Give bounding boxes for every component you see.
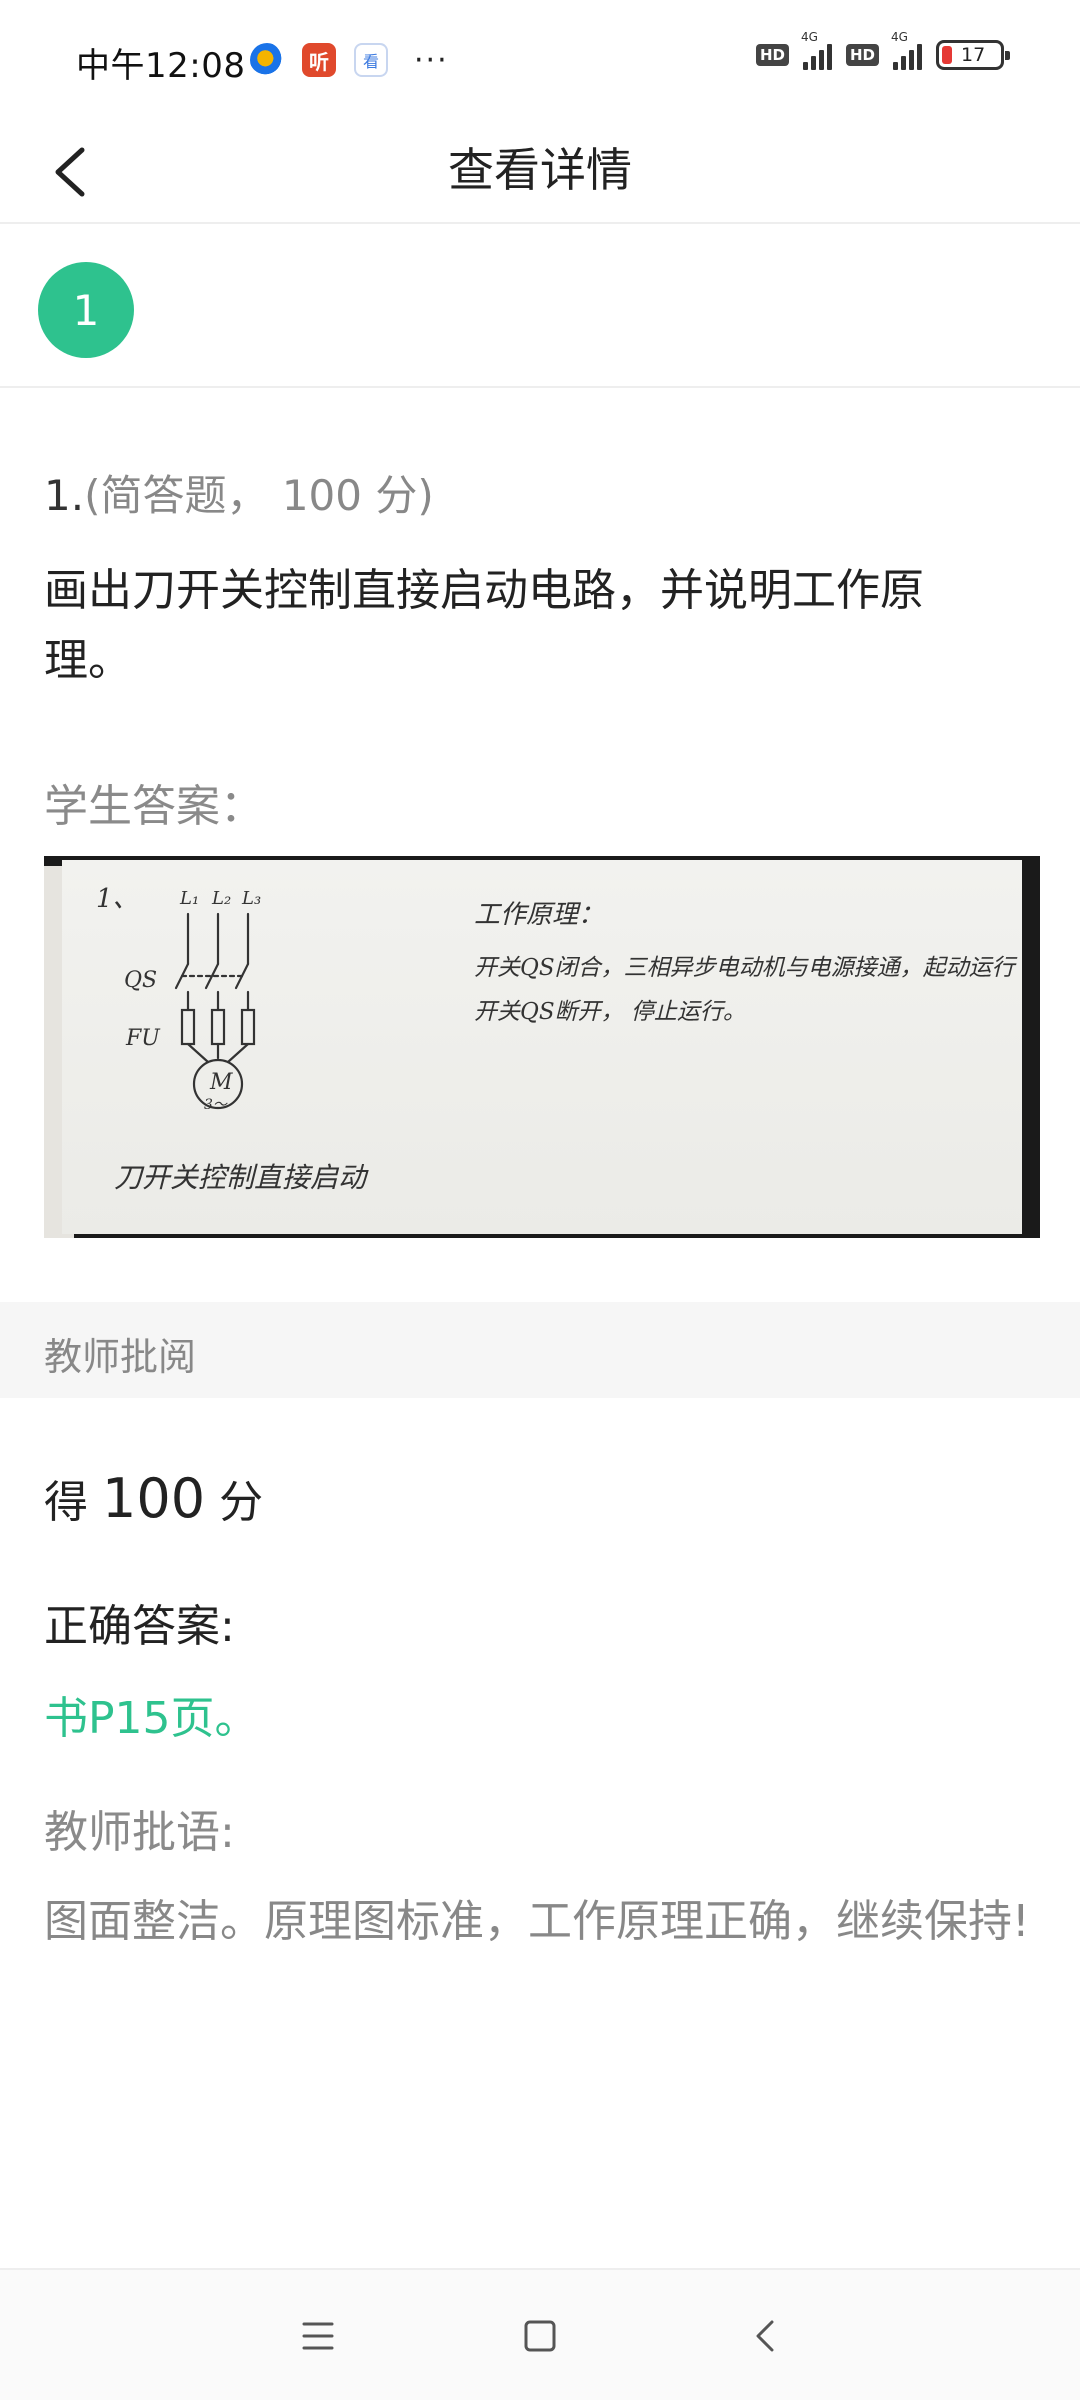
ting-app-icon: 听 [302, 43, 336, 77]
question-text: 画出刀开关控制直接启动电路，并说明工作原理。 [44, 565, 924, 686]
more-notifications-icon: ··· [414, 42, 449, 78]
photo-phase-l2: L₂ [212, 888, 232, 909]
hd-badge: HD [755, 44, 789, 66]
score-line: 得 100 分 [44, 1466, 263, 1530]
review-section-header: 教师批阅 [0, 1302, 1080, 1398]
status-indicators: HD 4G HD 4G 17 [755, 30, 1010, 70]
question-number: 1. [44, 471, 85, 520]
photo-caption: 刀开关控制直接启动 [114, 1161, 367, 1194]
home-button[interactable] [508, 2304, 572, 2368]
signal-icon: 4G [801, 30, 832, 70]
photo-principle-title: 工作原理： [474, 900, 605, 930]
battery-level: 17 [961, 44, 986, 66]
score-suffix: 分 [219, 1477, 264, 1528]
hd-badge-2: HD [845, 44, 879, 66]
status-time: 中午12:08 [76, 46, 246, 86]
back-triangle-icon [756, 2320, 774, 2352]
battery-fill [942, 46, 952, 64]
photo-fu-label: FU [126, 1026, 160, 1051]
photo-motor-sub: 3～ [204, 1097, 227, 1113]
photo-paper: 1、 L₁ L₂ L₃ QS FU M 3～ 刀开关控制直接启动 工作原理： 开… [62, 860, 1022, 1234]
status-app-icons: 听 看 ··· [250, 38, 449, 82]
nav-header: 查看详情 [0, 118, 1080, 224]
network-type-label: 4G [800, 30, 818, 44]
teacher-comment-text: 图面整洁。原理图标准，工作原理正确，继续保持! [44, 1896, 1030, 1947]
video-app-icon: 看 [354, 43, 388, 77]
status-bar: 中午12:08 听 看 ··· HD 4G HD 4G 17 [0, 0, 1080, 118]
student-answer-photo[interactable]: 1、 L₁ L₂ L₃ QS FU M 3～ 刀开关控制直接启动 工作原理： 开… [44, 856, 1040, 1238]
photo-item-number: 1、 [96, 884, 139, 914]
score-value: 100 [102, 1467, 206, 1530]
review-section-label: 教师批阅 [44, 1335, 197, 1379]
signal-icon-2: 4G [891, 30, 922, 70]
photo-principle-line1: 开关QS闭合，三相异步电动机与电源接通，起动运行 [474, 955, 1015, 981]
menu-button[interactable] [286, 2304, 350, 2368]
teacher-comment-label: 教师批语: [44, 1807, 235, 1858]
browser-app-icon [250, 43, 284, 77]
student-answer-label: 学生答案： [44, 781, 264, 832]
system-back-button[interactable] [734, 2304, 798, 2368]
photo-phase-l1: L₁ [180, 888, 200, 909]
photo-principle-line2: 开关QS断开， 停止运行。 [474, 999, 746, 1025]
correct-answer-label: 正确答案: [44, 1601, 235, 1652]
correct-answer-text: 书P15页。 [44, 1693, 259, 1744]
photo-motor-label: M [210, 1070, 233, 1095]
photo-phase-l3: L₃ [242, 888, 262, 909]
question-navigator: 1 [0, 226, 1080, 388]
network-type-label-2: 4G [891, 30, 908, 44]
page: 中午12:08 听 看 ··· HD 4G HD 4G 17 查看详情 1 1.… [0, 0, 1080, 2400]
menu-icon [302, 2322, 334, 2350]
battery-icon: 17 [936, 40, 1010, 70]
question-number-button[interactable]: 1 [38, 262, 134, 358]
question-header: 1.(简答题， 100 分) [44, 462, 434, 523]
page-title: 查看详情 [448, 143, 632, 197]
home-square-icon [524, 2320, 556, 2352]
system-nav-bar [0, 2268, 1080, 2400]
photo-qs-label: QS [124, 968, 158, 993]
question-meta: (简答题， 100 分) [84, 471, 434, 520]
score-prefix: 得 [44, 1477, 88, 1528]
